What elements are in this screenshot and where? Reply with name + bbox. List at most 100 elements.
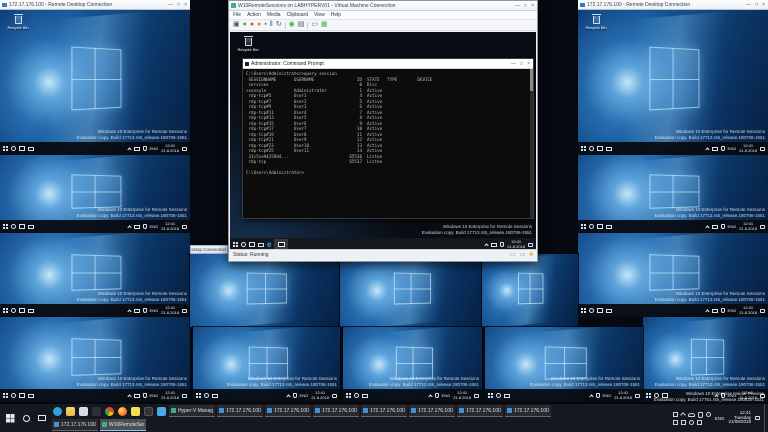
taskbar-button-vmconnect-active[interactable]: W10RemoteSessions o...: [100, 419, 146, 431]
tray-folder-icon[interactable]: [712, 309, 718, 313]
cmd-icon[interactable]: [144, 407, 153, 416]
tray-shield-icon[interactable]: [143, 146, 147, 151]
rdp-session-window[interactable]: [482, 254, 578, 327]
taskbar-left-cluster[interactable]: [0, 404, 52, 432]
tray-clock[interactable]: 12:4121.8.2018: [507, 240, 525, 249]
action-center-icon[interactable]: [474, 394, 479, 398]
start-button[interactable]: [581, 146, 586, 151]
start-button[interactable]: [3, 224, 8, 229]
rdp-session-window[interactable]: 172.17.176.100 - Remote Desktop Connecti…: [0, 0, 190, 155]
network-icon[interactable]: [697, 420, 702, 425]
session-taskbar[interactable]: ENG 12:4121.8.2018: [0, 304, 190, 317]
tray-clock[interactable]: 12:41 Tuesday 21/08/2018: [728, 411, 751, 425]
minimize-icon[interactable]: —: [168, 2, 173, 8]
search-icon[interactable]: [11, 393, 16, 398]
menu-action[interactable]: Action: [247, 12, 261, 18]
taskbar-row-2[interactable]: 172.17.176.100 - Rem... W10RemoteSession…: [52, 418, 671, 432]
search-icon[interactable]: [11, 224, 16, 229]
rdp-title-bar[interactable]: 172.17.176.100 - Remote Desktop Connecti…: [0, 0, 190, 10]
task-view-icon[interactable]: [19, 393, 25, 398]
task-view-icon[interactable]: [597, 308, 603, 313]
rdp-session-window[interactable]: Windows 10 Enterprise for Remote Session…: [193, 327, 340, 402]
reset-icon[interactable]: ↻: [276, 21, 282, 29]
action-center-icon[interactable]: [182, 147, 187, 151]
command-prompt-window[interactable]: Administrator: Command Prompt —□× C:\Use…: [242, 58, 534, 219]
task-view-icon[interactable]: [19, 146, 25, 151]
tray-clock[interactable]: 12:4121.8.2018: [739, 222, 757, 231]
defender-icon[interactable]: [698, 412, 703, 418]
menu-clipboard[interactable]: Clipboard: [287, 12, 308, 18]
taskbar-button-rdp[interactable]: 172.17.176.100 - Rem...: [52, 419, 98, 431]
start-button[interactable]: [581, 308, 586, 313]
minimize-icon[interactable]: —: [511, 61, 516, 67]
search-icon[interactable]: [241, 242, 246, 247]
tray-clock[interactable]: 12:4121.8.2018: [614, 391, 632, 400]
bluetooth-icon[interactable]: [706, 412, 711, 417]
twitter-icon[interactable]: [157, 407, 166, 416]
system-tray[interactable]: ENG 12:41 Tuesday 21/08/2018: [671, 404, 768, 432]
save-icon[interactable]: ▪: [264, 21, 266, 29]
start-button[interactable]: [3, 146, 8, 151]
revert-icon[interactable]: ▤: [298, 21, 305, 29]
action-center-icon[interactable]: [182, 309, 187, 313]
tray-chevron-icon[interactable]: [286, 394, 290, 398]
window-controls[interactable]: —□×: [746, 2, 766, 8]
speaker-icon[interactable]: [689, 420, 694, 425]
tray-clock[interactable]: 12:4121.8.2018: [161, 306, 179, 315]
chrome-icon[interactable]: [105, 407, 114, 416]
file-explorer-icon[interactable]: [66, 407, 75, 416]
battery-icon[interactable]: [681, 420, 686, 425]
action-center-icon[interactable]: [182, 225, 187, 229]
recycle-bin[interactable]: Recycle Bin: [584, 16, 608, 30]
search-icon[interactable]: [589, 224, 594, 229]
task-view-icon[interactable]: [249, 242, 255, 247]
maximize-icon[interactable]: □: [524, 3, 527, 9]
share-icon[interactable]: ▦: [321, 21, 328, 29]
mail-icon[interactable]: [28, 394, 34, 398]
firefox-icon[interactable]: [118, 407, 127, 416]
cmd-scrollbar[interactable]: [530, 69, 533, 218]
rdp-session-window[interactable]: [190, 254, 340, 327]
search-icon[interactable]: [204, 393, 209, 398]
search-icon[interactable]: [23, 415, 30, 422]
close-icon[interactable]: ×: [184, 2, 187, 8]
tray-chevron-icon[interactable]: [705, 147, 709, 151]
close-icon[interactable]: ×: [531, 3, 534, 9]
session-taskbar[interactable]: ENG 12:4121.8.2018: [578, 220, 768, 233]
start-button[interactable]: [581, 224, 586, 229]
tray-chevron-icon[interactable]: [705, 309, 709, 313]
tray-shield-icon[interactable]: [293, 393, 297, 398]
tray-clock[interactable]: 12:4121.8.2018: [453, 391, 471, 400]
tray-folder-icon[interactable]: [134, 309, 140, 313]
session-taskbar[interactable]: ENG 12:4121.8.2018: [193, 389, 340, 402]
tray-chevron-icon[interactable]: [485, 243, 489, 247]
session-taskbar[interactable]: ENG 12:4121.8.2018: [0, 142, 190, 155]
maximize-icon[interactable]: □: [177, 2, 180, 8]
hyperv-menu-bar[interactable]: File Action Media Clipboard View Help: [229, 11, 537, 20]
tray-clock[interactable]: 12:4121.8.2018: [161, 391, 179, 400]
notepad-icon[interactable]: [79, 407, 88, 416]
tray-folder-icon[interactable]: [712, 225, 718, 229]
taskbar-button-rdp[interactable]: 172.17.176.100 - Rem...: [265, 405, 311, 417]
minimize-icon[interactable]: —: [746, 2, 751, 8]
search-icon[interactable]: [589, 308, 594, 313]
enhanced-session-icon[interactable]: ▭: [311, 21, 318, 29]
vm-display[interactable]: Recycle Bin Windows 10 Enterprise for Re…: [230, 32, 536, 251]
search-icon[interactable]: [589, 146, 594, 151]
task-view-icon[interactable]: [597, 146, 603, 151]
taskbar-button-rdp[interactable]: 172.17.176.100 - Rem...: [457, 405, 503, 417]
partial-rdp-title-bar[interactable]: 172.17.176.100 - Remote Desktop Connecti…: [190, 245, 228, 254]
tray-shield-icon[interactable]: [721, 308, 725, 313]
taskbar-button-hyperv-manager[interactable]: Hyper-V Manager: [169, 405, 215, 417]
mail-icon[interactable]: [28, 225, 34, 229]
cmd-title-bar[interactable]: Administrator: Command Prompt —□×: [243, 59, 533, 69]
menu-help[interactable]: Help: [331, 12, 341, 18]
maximize-icon[interactable]: □: [755, 2, 758, 8]
file-explorer-icon[interactable]: [258, 243, 264, 247]
tray-chevron-icon[interactable]: [127, 225, 131, 229]
mail-icon[interactable]: [606, 147, 612, 151]
tray-shield-icon[interactable]: [435, 393, 439, 398]
recycle-bin[interactable]: Recycle Bin: [236, 38, 260, 52]
session-taskbar[interactable]: ENG 12:4121.8.2018: [578, 142, 768, 155]
mail-icon[interactable]: [212, 394, 218, 398]
